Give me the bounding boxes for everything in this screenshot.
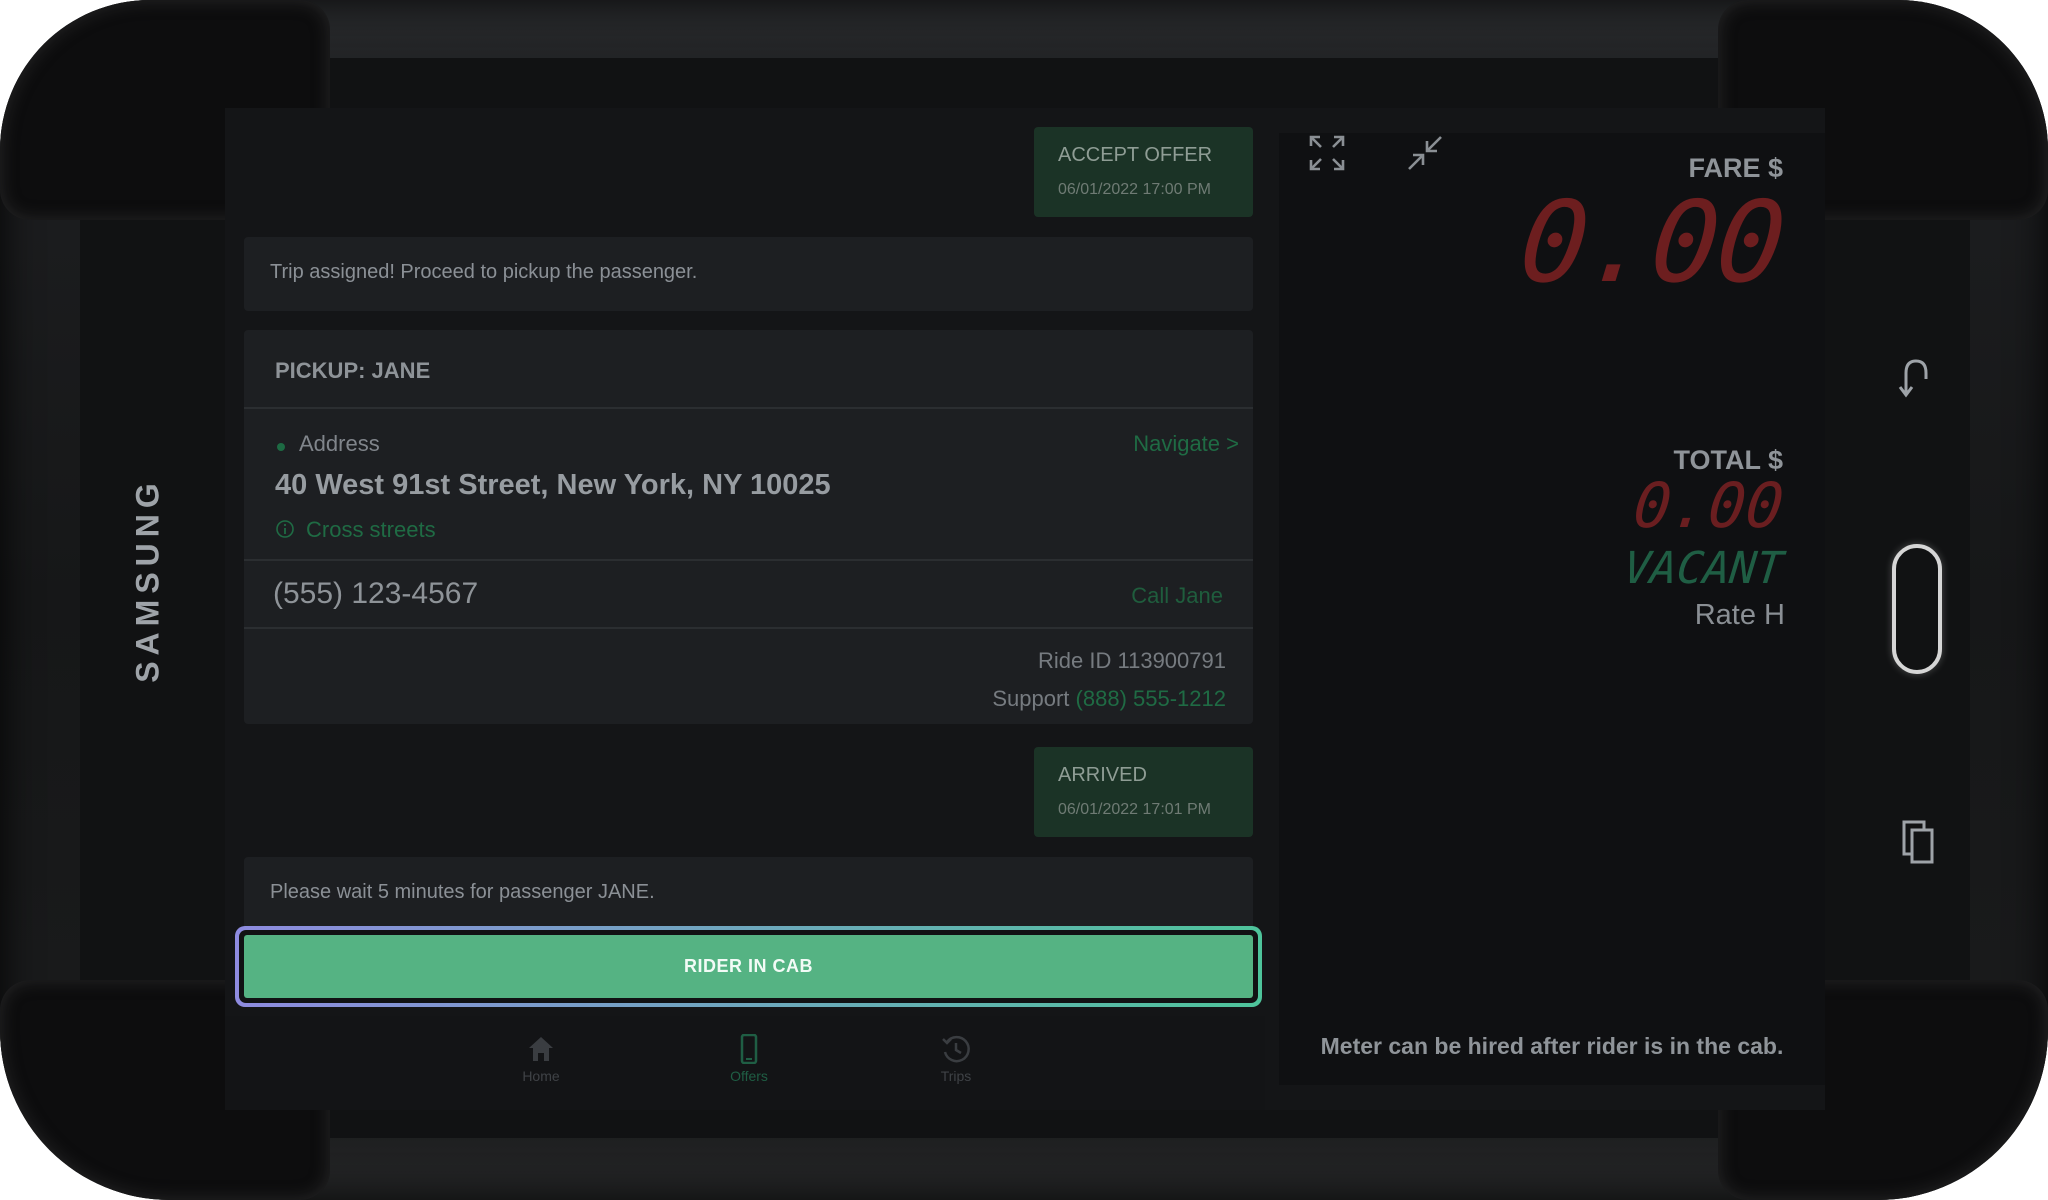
meter-status: VACANT [1621,543,1786,594]
message-title: ACCEPT OFFER [1058,144,1213,166]
message-title: ARRIVED [1058,764,1147,786]
hardware-recent-apps-icon[interactable] [1902,820,1934,864]
nav-tab-trips[interactable]: Trips [896,1016,1016,1110]
pickup-card: PICKUP: JANE Address Navigate > 40 West … [244,330,1253,724]
history-icon [942,1035,970,1063]
app-screen: ACCEPT OFFER 06/01/2022 17:00 PM Trip as… [225,108,1825,1110]
taxi-meter-panel: FARE $ 0.00 TOTAL $ 0.00 VACANT Rate H M… [1279,133,1825,1085]
nav-tab-home[interactable]: Home [481,1016,601,1110]
phone-icon [740,1034,758,1064]
trip-conversation-panel: ACCEPT OFFER 06/01/2022 17:00 PM Trip as… [225,108,1265,1110]
support-phone-link[interactable]: (888) 555-1212 [1076,686,1226,711]
support-line: Support (888) 555-1212 [992,686,1226,712]
info-icon [276,520,294,538]
hardware-home-button[interactable] [1892,544,1942,674]
arrived-message: ARRIVED 06/01/2022 17:01 PM [1034,747,1253,837]
message-timestamp: 06/01/2022 17:00 PM [1058,181,1212,198]
rate-code: Rate H [1694,599,1785,631]
wait-notice-message: Please wait 5 minutes for passenger JANE… [244,857,1253,931]
support-label: Support [992,686,1070,711]
hardware-back-icon[interactable] [1898,355,1934,403]
phone-section: (555) 123-4567 Call Jane [244,561,1253,629]
call-passenger-link[interactable]: Call Jane [1131,583,1223,609]
expand-icon[interactable] [1307,133,1347,173]
home-icon [529,1037,553,1061]
total-value: 0.00 [1629,469,1787,542]
address-dot-icon [277,443,285,451]
navigate-link[interactable]: Navigate > [1133,431,1239,457]
trip-assigned-message: Trip assigned! Proceed to pickup the pas… [244,237,1253,311]
tablet-device: SAMSUNG ACCEPT OFFER 06/01/2022 17:00 PM… [0,0,2048,1200]
nav-tab-offers[interactable]: Offers [689,1016,809,1110]
address-section: Address Navigate > 40 West 91st Street, … [244,409,1253,561]
device-brand-logo: SAMSUNG [129,477,166,683]
fare-value: 0.00 [1514,178,1790,308]
bottom-navigation: Home Offers Trips [225,1016,1265,1110]
pickup-card-header: PICKUP: JANE [244,330,1253,409]
message-timestamp: 06/01/2022 17:01 PM [1058,801,1212,818]
pickup-address: 40 West 91st Street, New York, NY 10025 [275,469,831,501]
nav-label-offers: Offers [730,1068,768,1084]
cross-streets-link[interactable]: Cross streets [306,517,436,543]
rider-in-cab-focus-ring: RIDER IN CAB [235,926,1262,1007]
passenger-phone: (555) 123-4567 [273,577,479,610]
meter-hire-note: Meter can be hired after rider is in the… [1320,1033,1784,1059]
ride-id: Ride ID 113900791 [1038,648,1226,673]
nav-label-home: Home [522,1068,560,1084]
pickup-title: PICKUP: JANE [275,358,431,383]
rider-in-cab-button[interactable]: RIDER IN CAB [244,935,1253,998]
collapse-icon[interactable] [1405,133,1445,173]
accept-offer-message: ACCEPT OFFER 06/01/2022 17:00 PM [1034,127,1253,217]
address-label: Address [299,431,380,456]
nav-label-trips: Trips [940,1068,972,1084]
